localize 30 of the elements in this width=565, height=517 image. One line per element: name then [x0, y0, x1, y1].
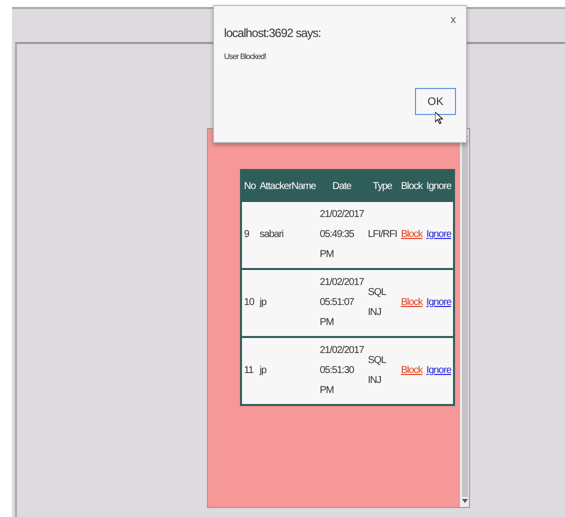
column-header: Ignore: [424, 170, 454, 202]
column-header: Type: [366, 170, 399, 202]
ignore-link[interactable]: Ignore: [426, 297, 452, 308]
ok-button[interactable]: OK: [415, 88, 456, 115]
column-header: Date: [318, 170, 366, 202]
type-cell: SQL INJ: [366, 269, 399, 337]
no-cell: 11: [241, 337, 258, 405]
no-cell: 10: [241, 269, 258, 337]
type-cell: LFI/RFI: [366, 202, 399, 269]
attacker-cell: jp: [258, 337, 318, 405]
cursor-icon: [435, 112, 443, 124]
attacker-cell: jp: [258, 269, 318, 337]
date-cell: 21/02/2017 05:51:07 PM: [318, 269, 366, 337]
date-cell: 21/02/2017 05:51:30 PM: [318, 337, 366, 405]
type-cell: SQL INJ: [366, 337, 399, 405]
dialog-message: User Blocked!: [224, 52, 267, 61]
no-cell: 9: [241, 202, 258, 269]
ignore-link[interactable]: Ignore: [426, 365, 452, 376]
dialog-title: localhost:3692 says:: [224, 26, 321, 40]
close-button[interactable]: x: [450, 14, 456, 26]
block-link[interactable]: Block: [400, 365, 422, 376]
date-cell: 21/02/2017 05:49:35 PM: [318, 202, 366, 269]
block-link[interactable]: Block: [400, 297, 422, 308]
block-link[interactable]: Block: [400, 229, 422, 240]
ignore-link[interactable]: Ignore: [426, 229, 452, 240]
column-header: Block: [398, 170, 424, 202]
attacker-cell: sabari: [258, 202, 318, 269]
column-header: No: [241, 170, 258, 202]
scrollbar[interactable]: [460, 129, 469, 507]
column-header: AttackerName: [258, 170, 318, 202]
